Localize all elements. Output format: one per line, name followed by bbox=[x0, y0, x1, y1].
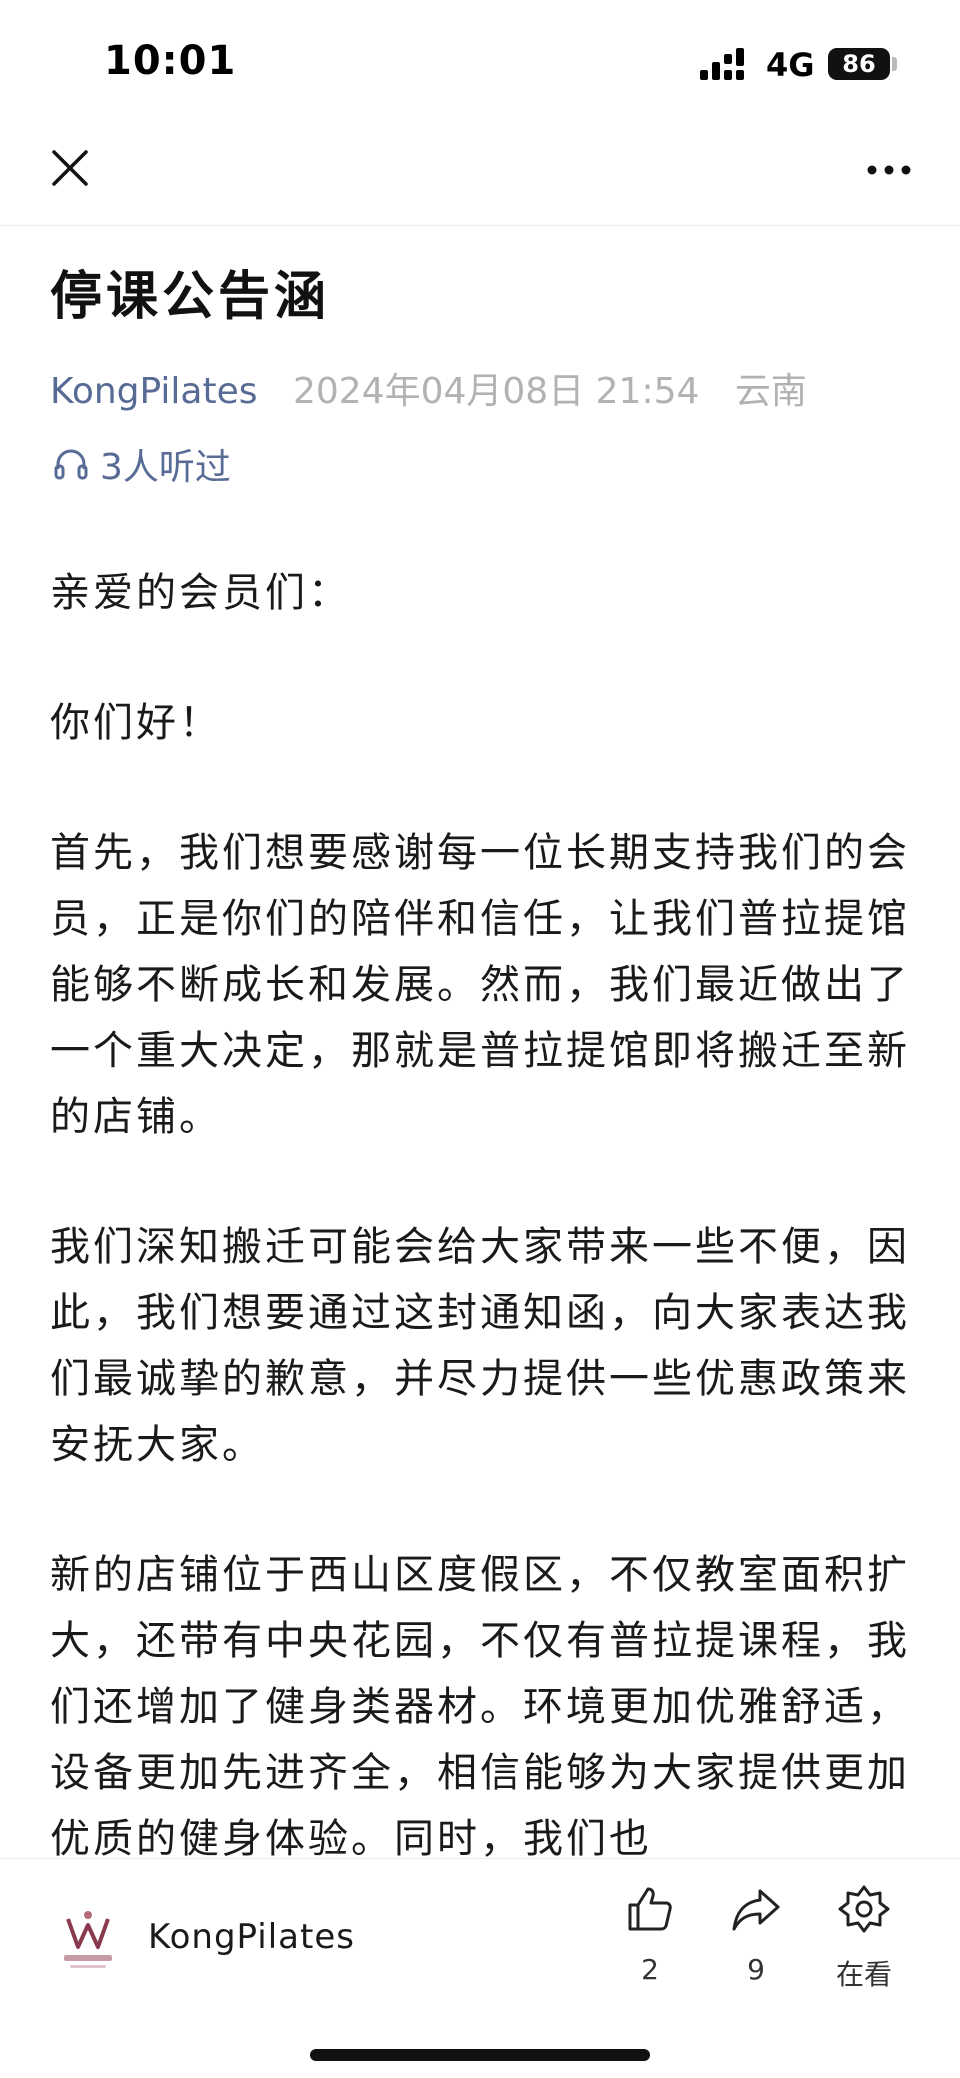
listen-count: 3人听过 bbox=[100, 447, 231, 488]
battery-icon: 86 bbox=[828, 48, 890, 80]
watching-icon bbox=[838, 1885, 890, 1933]
share-icon bbox=[732, 1889, 780, 1931]
article-body: 亲爱的会员们： 你们好！ 首先，我们想要感谢每一位长期支持我们的会员，正是你们的… bbox=[50, 560, 920, 1936]
share-count: 9 bbox=[747, 1953, 765, 1986]
like-count: 2 bbox=[641, 1953, 659, 1986]
close-icon[interactable] bbox=[48, 146, 92, 190]
bottom-bar: KongPilates 2 9 在看 bbox=[0, 1858, 960, 2078]
status-time: 10:01 bbox=[104, 38, 237, 84]
thumbs-up-icon bbox=[628, 1887, 672, 1931]
publish-date: 2024年04月08日 21:54 bbox=[292, 371, 700, 412]
home-indicator[interactable] bbox=[310, 2049, 650, 2061]
paragraph: 我们深知搬迁可能会给大家带来一些不便，因此，我们想要通过这封通知函，向大家表达我… bbox=[50, 1224, 910, 1468]
network-type: 4G bbox=[766, 46, 815, 84]
signal-icon bbox=[700, 48, 744, 80]
share-button[interactable]: 9 bbox=[706, 1883, 806, 1986]
nav-bar bbox=[0, 120, 960, 226]
like-button[interactable]: 2 bbox=[600, 1883, 700, 1986]
watching-button[interactable]: 在看 bbox=[814, 1883, 914, 1993]
headphone-icon bbox=[54, 449, 88, 480]
paragraph: 新的店铺位于西山区度假区，不仅教室面积扩大，还带有中央花园，不仅有普拉提课程，我… bbox=[50, 1552, 910, 1862]
paragraph: 首先，我们想要感谢每一位长期支持我们的会员，正是你们的陪伴和信任，让我们普拉提馆… bbox=[50, 830, 910, 1140]
more-icon[interactable] bbox=[866, 164, 912, 176]
publish-location: 云南 bbox=[734, 371, 807, 412]
author-link[interactable]: KongPilates bbox=[50, 371, 258, 412]
article-meta: KongPilates 2024年04月08日 21:54 云南 bbox=[50, 362, 807, 414]
listen-count-row[interactable]: 3人听过 bbox=[52, 438, 231, 490]
status-bar: 10:01 4G 86 bbox=[0, 0, 960, 120]
watching-label: 在看 bbox=[835, 1958, 892, 1991]
account-logo[interactable] bbox=[52, 1903, 124, 1975]
article-title: 停课公告涵 bbox=[50, 267, 331, 327]
account-name[interactable]: KongPilates bbox=[148, 1917, 355, 1957]
battery-tip bbox=[892, 57, 897, 71]
paragraph: 你们好！ bbox=[50, 700, 222, 746]
paragraph: 亲爱的会员们： bbox=[50, 570, 351, 616]
